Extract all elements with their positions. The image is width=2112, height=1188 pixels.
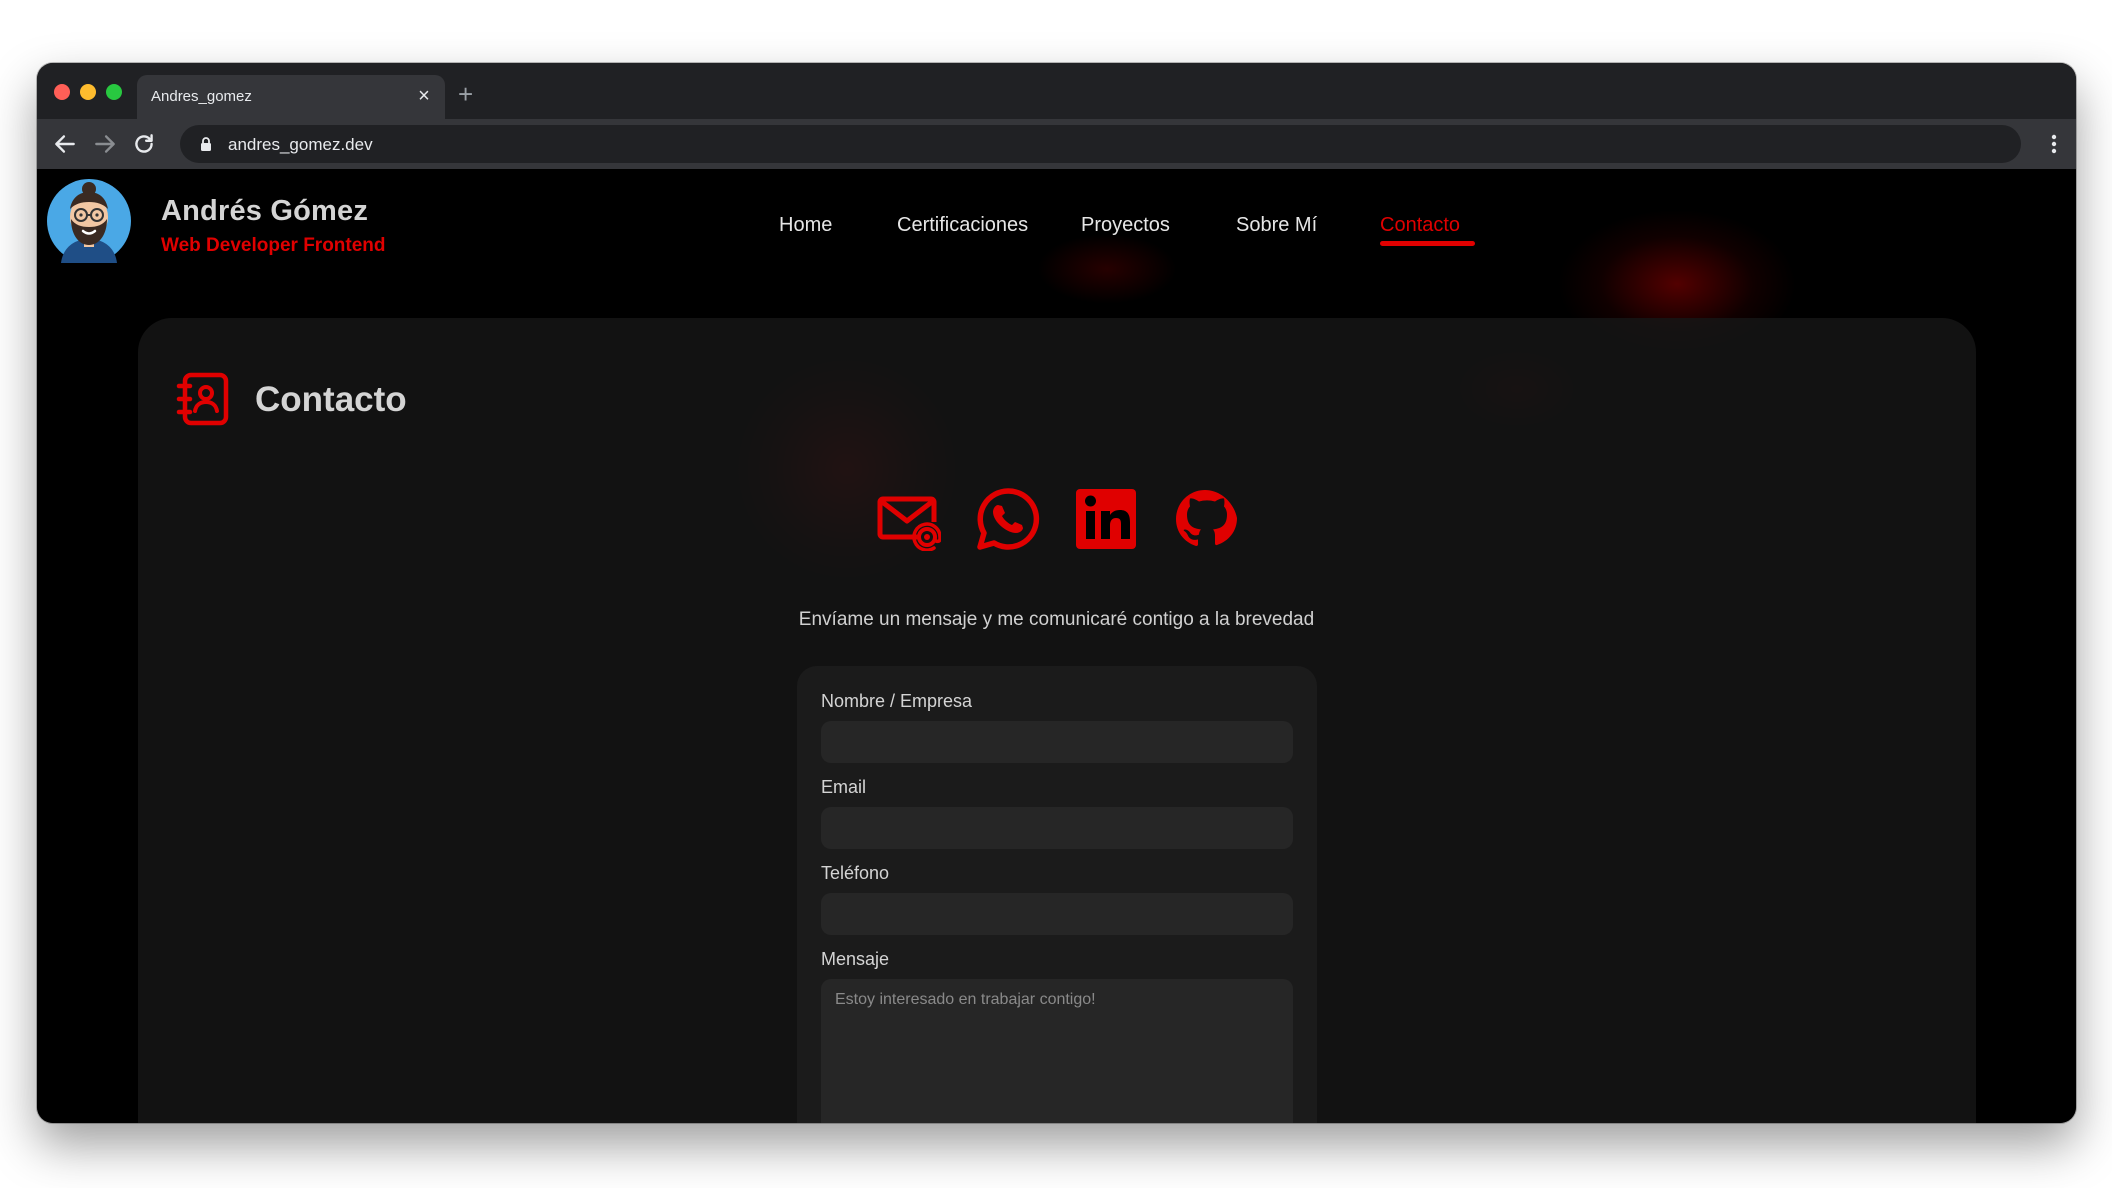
github-icon[interactable] [1173,487,1237,551]
nav-sobre-mi[interactable]: Sobre Mí [1236,214,1317,237]
minimize-window-button[interactable] [80,84,96,100]
whatsapp-icon[interactable] [976,487,1040,551]
phone-label: Teléfono [821,863,890,883]
tab-close-icon[interactable]: × [413,85,435,107]
contact-form: Nombre / Empresa Email Teléfono Mensaje [797,666,1317,1123]
background-glow [1037,234,1177,304]
nav-certificaciones[interactable]: Certificaciones [897,214,1028,237]
web-page: Andrés Gómez Web Developer Frontend Home… [37,169,2076,1123]
message-label: Mensaje [821,949,890,969]
brand-role: Web Developer Frontend [161,235,386,256]
email-input[interactable] [821,807,1293,849]
url-text: andres_gomez.dev [228,135,373,154]
linkedin-icon[interactable] [1074,487,1138,551]
maximize-window-button[interactable] [106,84,122,100]
phone-input[interactable] [821,893,1293,935]
active-nav-indicator [1380,241,1475,246]
name-input[interactable] [821,721,1293,763]
message-textarea[interactable] [821,979,1293,1123]
browser-window: Andres_gomez × + andres_gomez.dev Andrés… [37,63,2076,1123]
lock-icon [201,137,211,151]
forward-arrow-icon[interactable] [92,131,118,157]
nav-home[interactable]: Home [779,214,832,237]
email-icon[interactable] [877,487,941,551]
browser-menu-icon[interactable] [2046,132,2062,156]
close-window-button[interactable] [54,84,70,100]
brand-name: Andrés Gómez [161,195,369,227]
back-arrow-icon[interactable] [52,131,78,157]
address-bar[interactable]: andres_gomez.dev [180,125,2021,163]
browser-tab[interactable]: Andres_gomez × [137,75,445,119]
address-book-icon [176,372,229,426]
browser-toolbar: andres_gomez.dev [37,119,2076,169]
title-bar: Andres_gomez × + [37,63,2076,119]
avatar[interactable] [47,179,131,263]
name-label: Nombre / Empresa [821,691,973,711]
new-tab-button[interactable]: + [458,81,473,107]
reload-icon[interactable] [131,131,157,157]
nav-contacto[interactable]: Contacto [1380,214,1460,237]
section-title: Contacto [255,380,407,419]
contact-tagline: Envíame un mensaje y me comunicaré conti… [798,609,1315,630]
tab-title: Andres_gomez [151,88,252,105]
email-label: Email [821,777,867,797]
nav-proyectos[interactable]: Proyectos [1081,214,1170,237]
